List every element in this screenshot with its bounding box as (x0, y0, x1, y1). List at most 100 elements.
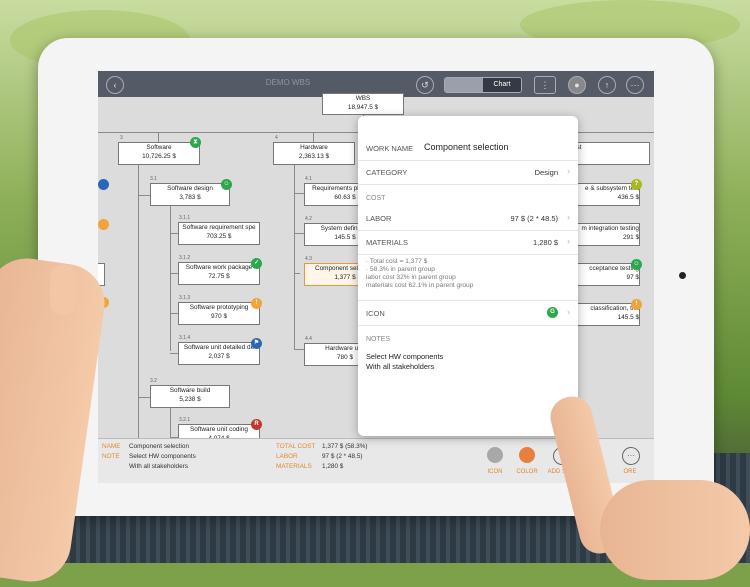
name-value: Component selection (129, 443, 190, 450)
share-icon[interactable]: ↑ (598, 76, 616, 94)
letter-r-icon: R (251, 419, 262, 430)
user-avatar-icon[interactable]: ● (568, 76, 586, 94)
question-icon: ? (631, 179, 642, 190)
color-button[interactable] (519, 447, 535, 463)
note-line-1: Select HW components (129, 453, 196, 460)
flag-icon: ⚑ (251, 338, 262, 349)
notes-line-2[interactable]: With all stakeholders (366, 362, 434, 372)
warning-icon (98, 219, 109, 230)
category-label: CATEGORY (366, 168, 408, 177)
cost-summary-line: materials cost 62.1% in parent group (366, 282, 474, 289)
back-icon[interactable]: ‹ (106, 76, 124, 94)
node-cost: 970 $ (211, 313, 227, 320)
tree-layout-icon[interactable]: ⋮ (534, 76, 556, 94)
node-number: 3.1.1 (179, 215, 191, 221)
node-name: Hardware (300, 144, 328, 151)
wbs-node-hardware[interactable]: Hardware 2,363.13 $ (273, 142, 355, 165)
node-number: 3.1.3 (179, 295, 191, 301)
cost-section-header: COST (366, 195, 386, 202)
node-number: 4.1 (305, 176, 312, 182)
node-number: 3.2 (150, 378, 157, 384)
more-icon[interactable]: ··· (626, 76, 644, 94)
work-name-value: Component selection (424, 142, 509, 152)
node-name: cceptance testing (589, 265, 639, 272)
view-segmented-control[interactable]: Outline Chart (444, 77, 522, 93)
note-label: NOTE (102, 453, 120, 460)
front-camera (679, 272, 686, 279)
wbs-node-software-prototyping[interactable]: Software prototyping 970 $ (178, 302, 260, 325)
node-number: 4.3 (305, 256, 312, 262)
node-number: 4.2 (305, 216, 312, 222)
labor-row[interactable]: LABOR 97 $ (2 * 48.5) › (358, 206, 578, 231)
name-label: NAME (102, 443, 121, 450)
node-cost: 97 $ (626, 274, 639, 281)
category-row[interactable]: CATEGORY Design › (358, 160, 578, 185)
note-line-2: With all stakeholders (129, 463, 188, 470)
materials-row[interactable]: MATERIALS 1,280 $ › (358, 230, 578, 255)
node-cost: 72.75 $ (208, 273, 230, 280)
chevron-right-icon: › (567, 307, 570, 317)
icon-button[interactable] (487, 447, 503, 463)
wbs-node-software-work-package[interactable]: Software work package 72.75 $ (178, 262, 260, 285)
icon-row[interactable]: ICON G › (358, 300, 578, 326)
notes-line-1[interactable]: Select HW components (366, 352, 443, 362)
wbs-node-acceptance-testing[interactable]: cceptance testing 97 $ (568, 263, 640, 286)
notes-section-header: NOTES (366, 336, 391, 343)
undo-icon[interactable]: ↺ (416, 76, 434, 94)
node-cost: 18,947.5 $ (347, 104, 379, 111)
node-number: 3.1.2 (179, 255, 191, 261)
node-name: Software (146, 144, 172, 151)
node-name: Software prototyping (189, 304, 249, 311)
smiley-icon: ☺ (221, 179, 232, 190)
chevron-right-icon: › (567, 212, 570, 222)
node-number: 3.2.1 (179, 417, 191, 423)
wbs-node-software[interactable]: Software 10,726.25 $ (118, 142, 200, 165)
wbs-node-software-build[interactable]: Software build 5,238 $ (150, 385, 230, 408)
node-cost: 2,037 $ (208, 353, 230, 360)
chevron-right-icon: › (567, 166, 570, 176)
task-detail-popover: WORK NAME Component selection CATEGORY D… (358, 116, 578, 436)
node-name: Software design (167, 185, 213, 192)
labor-value: 97 $ (2 * 48.5) (510, 214, 558, 223)
wbs-node-software-unit-detailed[interactable]: Software unit detailed de 2,037 $ (178, 342, 260, 365)
node-cost: 5,238 $ (179, 396, 201, 403)
more-label: ORE (623, 469, 637, 475)
wbs-node-test[interactable]: est (568, 142, 650, 165)
hourglass-icon: ⧗ (190, 137, 201, 148)
node-name: Software build (169, 387, 211, 394)
node-name: Software unit coding (190, 426, 248, 433)
chevron-right-icon: › (567, 236, 570, 246)
wbs-node-software-requirement[interactable]: Software requirement spe 703.25 $ (178, 222, 260, 245)
wbs-node-integration-testing[interactable]: m integration testing 291 $ (568, 223, 640, 246)
materials-label: MATERIALS (276, 463, 312, 470)
tab-chart[interactable]: Chart (483, 78, 521, 92)
icon-label: ICON (366, 309, 385, 318)
materials-label: MATERIALS (366, 238, 408, 247)
node-cost: 436.5 $ (617, 194, 639, 201)
flag-icon (98, 179, 109, 190)
node-cost: 703.25 $ (206, 233, 232, 240)
materials-value: 1,280 $ (322, 463, 344, 470)
wbs-node-classification[interactable]: classification, trai 145.5 $ (568, 303, 640, 326)
work-name-label: WORK NAME (366, 144, 414, 153)
node-cost: 2,363.13 $ (298, 153, 330, 160)
checkmark-icon: ✓ (251, 258, 262, 269)
node-cost: 3,783 $ (179, 194, 201, 201)
warning-icon: ! (631, 299, 642, 310)
node-name: e & subsystem test (585, 185, 639, 192)
node-number: 3 (120, 135, 123, 141)
node-name: m integration testing (581, 225, 639, 232)
letter-g-icon: G (547, 307, 558, 318)
warning-icon: ! (251, 298, 262, 309)
tab-outline[interactable]: Outline (445, 78, 483, 92)
work-name-row[interactable]: WORK NAME Component selection (358, 136, 578, 161)
labor-label: LABOR (366, 214, 392, 223)
node-number: 4.4 (305, 336, 312, 342)
wbs-node-software-design[interactable]: Software design 3,783 $ (150, 183, 230, 206)
wbs-root-node[interactable]: WBS 18,947.5 $ (322, 93, 404, 115)
node-cost: 145.5 $ (617, 314, 639, 321)
wbs-node-subsystem-test[interactable]: e & subsystem test 436.5 $ (568, 183, 640, 206)
more-icon[interactable]: ··· (622, 447, 640, 465)
node-name: WBS (355, 95, 371, 102)
node-name: Software requirement spe (182, 224, 256, 231)
